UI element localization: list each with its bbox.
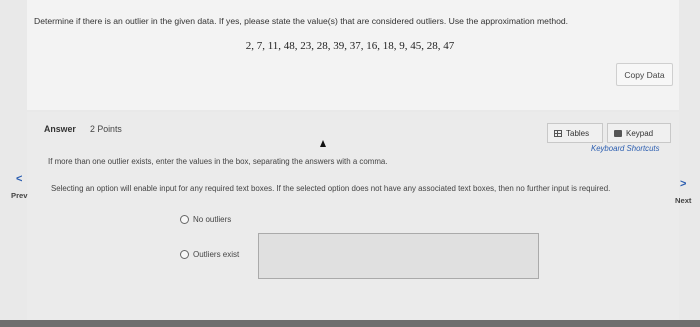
- copy-data-button[interactable]: Copy Data: [616, 63, 673, 86]
- next-label: Next: [675, 196, 692, 205]
- radio-no-outliers[interactable]: [180, 215, 189, 224]
- keyboard-shortcuts-link[interactable]: Keyboard Shortcuts: [591, 144, 659, 153]
- table-icon: [554, 129, 562, 137]
- mouse-cursor-icon: [320, 140, 326, 147]
- instruction-multiple-outliers: If more than one outlier exists, enter t…: [48, 157, 388, 166]
- tables-button[interactable]: Tables: [547, 123, 603, 143]
- keypad-button[interactable]: Keypad: [607, 123, 671, 143]
- prev-label: Prev: [11, 191, 28, 200]
- points-label: 2 Points: [90, 124, 122, 134]
- outliers-input[interactable]: [258, 233, 539, 279]
- keypad-icon: [614, 129, 622, 137]
- data-values: 2, 7, 11, 48, 23, 28, 39, 37, 16, 18, 9,…: [245, 40, 455, 52]
- outliers-exist-option[interactable]: Outliers exist: [180, 250, 239, 259]
- no-outliers-option[interactable]: No outliers: [180, 215, 231, 224]
- instruction-select-option: Selecting an option will enable input fo…: [51, 184, 611, 193]
- outliers-exist-label: Outliers exist: [193, 250, 240, 259]
- keypad-label: Keypad: [626, 128, 654, 138]
- chevron-right-icon: >: [680, 178, 687, 190]
- tables-label: Tables: [566, 128, 590, 138]
- answer-label: Answer: [44, 124, 76, 134]
- bottom-bar: [0, 320, 700, 327]
- no-outliers-label: No outliers: [193, 215, 232, 224]
- prev-button[interactable]: < Prev: [11, 173, 27, 200]
- answer-area: [27, 112, 679, 327]
- chevron-left-icon: <: [16, 173, 23, 185]
- next-button[interactable]: > Next: [675, 178, 691, 205]
- question-prompt: Determine if there is an outlier in the …: [34, 16, 569, 26]
- radio-outliers-exist[interactable]: [180, 250, 189, 259]
- question-panel: Determine if there is an outlier in the …: [0, 0, 700, 327]
